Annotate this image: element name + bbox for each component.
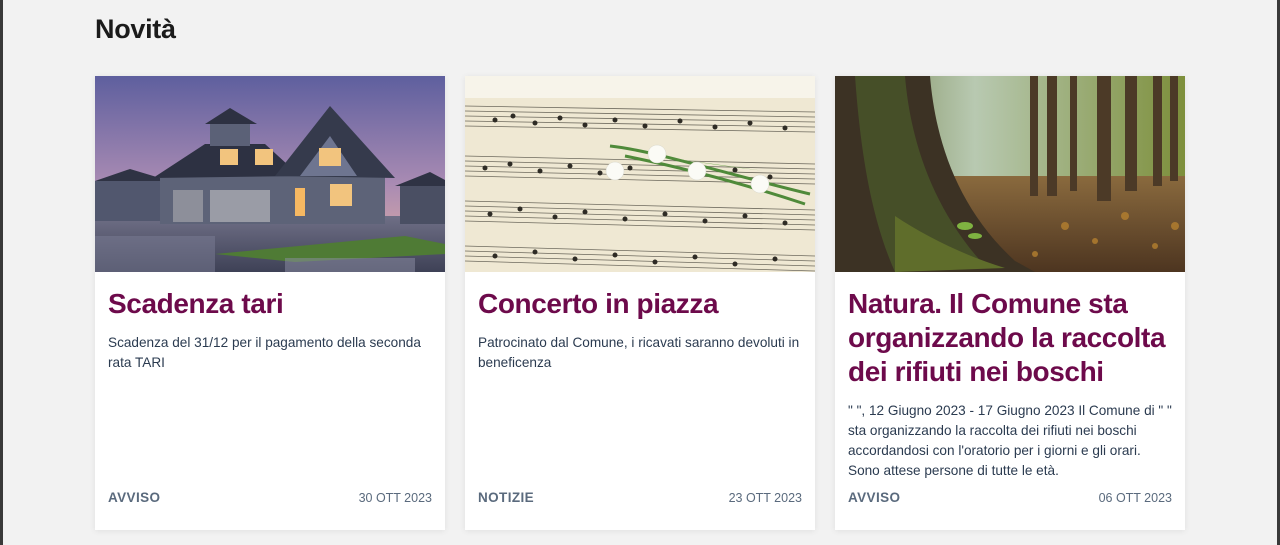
card-description: Patrocinato dal Comune, i ricavati saran… bbox=[478, 335, 800, 370]
house-photo[interactable] bbox=[95, 76, 445, 272]
card-description: Scadenza del 31/12 per il pagamento dell… bbox=[108, 335, 421, 370]
card-title[interactable]: Natura. Il Comune sta organizzando la ra… bbox=[848, 287, 1172, 389]
news-card[interactable]: Natura. Il Comune sta organizzando la ra… bbox=[835, 76, 1185, 530]
card-date: 06 OTT 2023 bbox=[1098, 490, 1172, 505]
news-cards: Scadenza tari Scadenza del 31/12 per il … bbox=[95, 76, 1185, 530]
news-card[interactable]: Scadenza tari Scadenza del 31/12 per il … bbox=[95, 76, 445, 530]
card-date: 23 OTT 2023 bbox=[728, 490, 802, 505]
card-description: " ", 12 Giugno 2023 - 17 Giugno 2023 Il … bbox=[848, 403, 1172, 478]
card-category[interactable]: NOTIZIE bbox=[478, 490, 534, 505]
card-title[interactable]: Concerto in piazza bbox=[478, 287, 802, 321]
card-date: 30 OTT 2023 bbox=[358, 490, 432, 505]
card-category[interactable]: AVVISO bbox=[108, 490, 160, 505]
forest-tree-photo[interactable] bbox=[835, 76, 1185, 272]
news-card[interactable]: Concerto in piazza Patrocinato dal Comun… bbox=[465, 76, 815, 530]
section-title: Novità bbox=[95, 14, 176, 44]
card-title[interactable]: Scadenza tari bbox=[108, 287, 432, 321]
card-category[interactable]: AVVISO bbox=[848, 490, 900, 505]
sheet-music-flowers-photo[interactable] bbox=[465, 76, 815, 272]
